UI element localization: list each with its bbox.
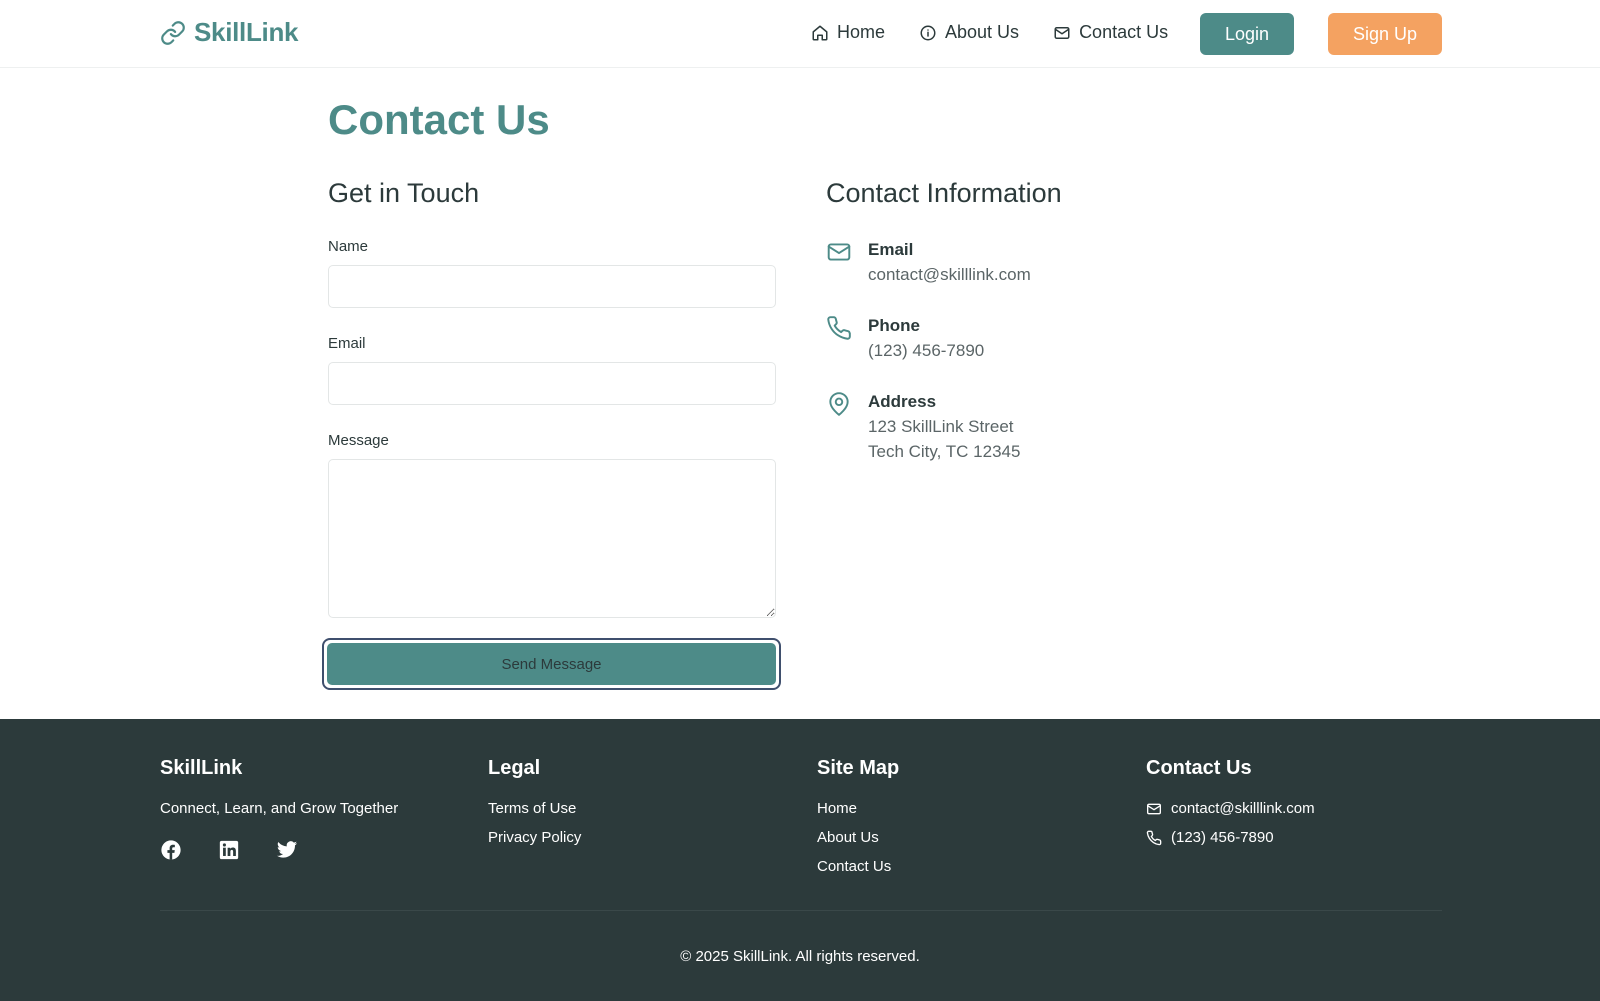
contact-address-title: Address [868, 392, 937, 411]
footer-contact-phone-text: (123) 456-7890 [1171, 829, 1274, 846]
contact-email-value: contact@skilllink.com [868, 265, 1031, 284]
contact-email-title: Email [868, 240, 914, 259]
twitter-icon [276, 841, 298, 858]
message-textarea[interactable] [328, 459, 776, 618]
footer-divider [160, 910, 1442, 911]
footer-legal-heading: Legal [488, 757, 541, 779]
form-heading: Get in Touch [328, 178, 480, 208]
nav-link-label: About Us [945, 22, 1020, 42]
footer-contact-phone: (123) 456-7890 [1146, 828, 1315, 848]
info-icon [920, 25, 936, 40]
contact-address-line: Tech City, TC 12345 [868, 442, 1021, 461]
navbar: SkillLink Home About Us Contact Us Login… [0, 0, 1600, 68]
contact-email-item: Email contact@skilllink.com [826, 237, 1031, 287]
mail-icon [1054, 26, 1070, 39]
facebook-icon [161, 840, 181, 860]
mail-icon [1147, 803, 1161, 815]
footer: SkillLink Connect, Learn, and Grow Toget… [0, 719, 1600, 1001]
link-icon [161, 20, 185, 45]
mail-icon [827, 243, 851, 261]
footer-link-terms[interactable]: Terms of Use [488, 799, 581, 819]
contact-phone-item: Phone (123) 456-7890 [826, 313, 984, 363]
email-label: Email [328, 335, 366, 352]
send-message-button[interactable]: Send Message [327, 643, 776, 685]
social-links [160, 839, 398, 866]
copyright: © 2025 SkillLink. All rights reserved. [680, 948, 920, 965]
footer-contact-email-text: contact@skilllink.com [1171, 800, 1315, 817]
nav-link-home[interactable]: Home [811, 22, 885, 43]
footer-contact-email: contact@skilllink.com [1146, 799, 1315, 819]
footer-link-privacy[interactable]: Privacy Policy [488, 828, 581, 848]
footer-link-home[interactable]: Home [817, 799, 899, 819]
email-input[interactable] [328, 362, 776, 405]
signup-button[interactable]: Sign Up [1328, 13, 1442, 55]
facebook-link[interactable] [160, 839, 182, 866]
message-label: Message [328, 432, 389, 449]
footer-sitemap-column: Site Map Home About Us Contact Us [817, 755, 899, 886]
contact-address-line: 123 SkillLink Street [868, 417, 1014, 436]
nav-link-contact[interactable]: Contact Us [1053, 22, 1168, 43]
footer-tagline: Connect, Learn, and Grow Together [160, 800, 399, 817]
phone-icon [1146, 830, 1162, 846]
contact-phone-title: Phone [868, 316, 920, 335]
contact-info-heading: Contact Information [826, 178, 1062, 208]
nav-link-label: Home [837, 22, 886, 42]
home-icon [812, 25, 828, 40]
footer-brand-column: SkillLink Connect, Learn, and Grow Toget… [160, 755, 398, 866]
brand-logo-link[interactable]: SkillLink [160, 17, 299, 48]
linkedin-icon [219, 840, 239, 860]
map-pin-icon [829, 392, 849, 416]
footer-contact-column: Contact Us contact@skilllink.com (123) 4… [1146, 755, 1315, 857]
phone-icon [827, 316, 851, 340]
nav-links: Home About Us Contact Us [811, 22, 1202, 43]
footer-sitemap-heading: Site Map [817, 757, 900, 779]
linkedin-link[interactable] [218, 839, 240, 866]
footer-contact-heading: Contact Us [1146, 757, 1252, 779]
footer-link-about[interactable]: About Us [817, 828, 899, 848]
contact-phone-value: (123) 456-7890 [868, 341, 985, 360]
name-label: Name [328, 238, 369, 255]
send-button-focus-ring: Send Message [322, 638, 781, 690]
nav-link-about[interactable]: About Us [919, 22, 1019, 43]
nav-link-label: Contact Us [1079, 22, 1169, 42]
login-button[interactable]: Login [1200, 13, 1294, 55]
contact-address-item: Address 123 SkillLink Street Tech City, … [826, 389, 1020, 464]
twitter-link[interactable] [276, 839, 298, 866]
name-input[interactable] [328, 265, 776, 308]
page-title: Contact Us [328, 96, 550, 143]
footer-legal-column: Legal Terms of Use Privacy Policy [488, 755, 581, 857]
footer-brand: SkillLink [160, 757, 243, 779]
brand-name: SkillLink [194, 17, 299, 47]
footer-link-contact[interactable]: Contact Us [817, 857, 899, 877]
